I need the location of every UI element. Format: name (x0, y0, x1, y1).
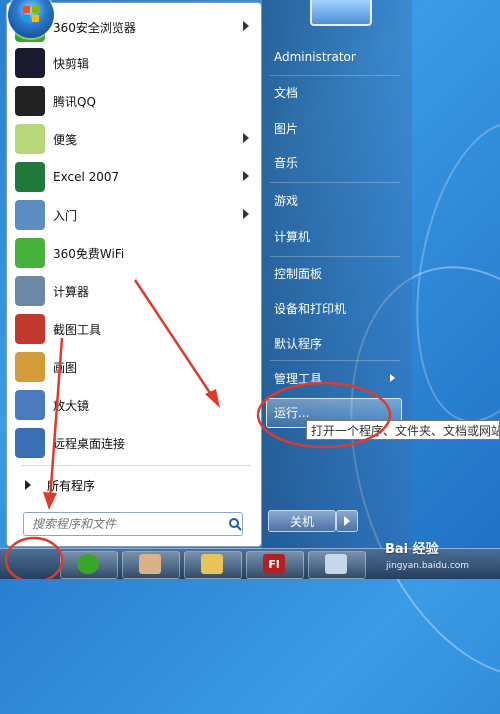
calculator-icon (15, 276, 45, 306)
program-label: 360免费WiFi (53, 246, 125, 261)
program-item[interactable]: 计算器 (15, 273, 255, 309)
taskbar-360-browser[interactable] (60, 551, 118, 579)
chevron-right-icon (243, 171, 249, 181)
program-item[interactable]: 截图工具 (15, 311, 255, 347)
right-menu-item[interactable]: 音乐 (274, 154, 298, 171)
program-label: 入门 (53, 208, 78, 223)
getting-started-icon (15, 200, 45, 230)
kuaijianji-icon (15, 48, 45, 78)
program-item[interactable]: Excel 2007 (15, 159, 255, 195)
all-programs-button[interactable]: 所有程序 (21, 475, 253, 495)
flash-icon: Fl (263, 554, 285, 574)
program-label: 放大镜 (53, 398, 90, 413)
search-icon[interactable] (228, 517, 242, 531)
program-item[interactable]: 腾讯QQ (15, 83, 255, 119)
all-programs-label: 所有程序 (47, 478, 96, 493)
remote-desktop-icon (15, 428, 45, 458)
separator (270, 360, 400, 361)
program-label: 截图工具 (53, 322, 102, 337)
search-input[interactable] (30, 516, 224, 532)
separator (270, 256, 400, 257)
program-label: 画图 (53, 360, 78, 375)
separator (21, 465, 251, 466)
program-item[interactable]: 远程桌面连接 (15, 425, 255, 461)
program-label: 便笺 (53, 132, 78, 147)
program-label: Excel 2007 (53, 170, 120, 184)
watermark-brand: Bai 经验 (385, 542, 439, 557)
user-picture[interactable] (310, 0, 372, 26)
right-menu-item[interactable]: 设备和打印机 (274, 300, 346, 317)
start-menu: 360安全浏览器 快剪辑腾讯QQ 便笺 Excel 2007 入门 360免费WiFi 计算… (0, 0, 415, 550)
windows-logo-icon (23, 6, 39, 22)
qq-penguin-icon (15, 86, 45, 116)
program-label: 快剪辑 (53, 56, 90, 71)
separator (270, 182, 400, 183)
excel-icon (15, 162, 45, 192)
taskbar-explorer[interactable] (184, 551, 242, 579)
shutdown-options-button[interactable] (336, 510, 358, 532)
search-box[interactable] (23, 512, 243, 536)
app-icon (325, 554, 347, 574)
magnifier-icon (15, 390, 45, 420)
start-menu-left-pane: 360安全浏览器 快剪辑腾讯QQ 便笺 Excel 2007 入门 360免费WiFi 计算… (6, 2, 262, 547)
folder-icon (201, 554, 223, 574)
right-menu-item[interactable]: 文档 (274, 84, 298, 101)
wifi-icon (15, 238, 45, 268)
photo-icon (139, 554, 161, 574)
taskbar-flash[interactable]: Fl (246, 551, 304, 579)
program-item[interactable]: 快剪辑 (15, 45, 255, 81)
scissors-icon (15, 314, 45, 344)
program-item[interactable]: 放大镜 (15, 387, 255, 423)
sticky-note-icon (15, 124, 45, 154)
360-browser-icon (77, 554, 99, 574)
chevron-right-icon (390, 374, 395, 382)
right-menu-item[interactable]: 图片 (274, 120, 298, 137)
program-label: 腾讯QQ (53, 94, 96, 109)
taskbar-app[interactable] (308, 551, 366, 579)
chevron-right-icon (243, 209, 249, 219)
right-menu-item[interactable]: 运行... (274, 404, 309, 421)
right-menu-item[interactable]: 游戏 (274, 192, 298, 209)
program-item[interactable]: 360免费WiFi (15, 235, 255, 271)
right-menu-item[interactable]: 管理工具 (274, 370, 322, 387)
right-menu-item[interactable]: Administrator (274, 50, 356, 64)
shutdown-button[interactable]: 关机 (268, 510, 336, 532)
right-menu-item[interactable]: 计算机 (274, 228, 310, 245)
program-label: 远程桌面连接 (53, 436, 126, 451)
run-tooltip: 打开一个程序、文件夹、文档或网站 (306, 420, 500, 440)
program-item[interactable]: 入门 (15, 197, 255, 233)
watermark-url: jingyan.baidu.com (386, 561, 470, 571)
chevron-right-icon (243, 133, 249, 143)
chevron-right-icon (243, 21, 249, 31)
program-label: 计算器 (53, 284, 90, 299)
right-menu-item[interactable]: 默认程序 (274, 335, 322, 352)
program-item[interactable]: 便笺 (15, 121, 255, 157)
separator (270, 75, 400, 76)
taskbar-photo[interactable] (122, 551, 180, 579)
paint-palette-icon (15, 352, 45, 382)
right-menu-item[interactable]: 控制面板 (274, 265, 322, 282)
program-item[interactable]: 画图 (15, 349, 255, 385)
program-label: 360安全浏览器 (53, 20, 136, 35)
triangle-right-icon (25, 480, 31, 490)
